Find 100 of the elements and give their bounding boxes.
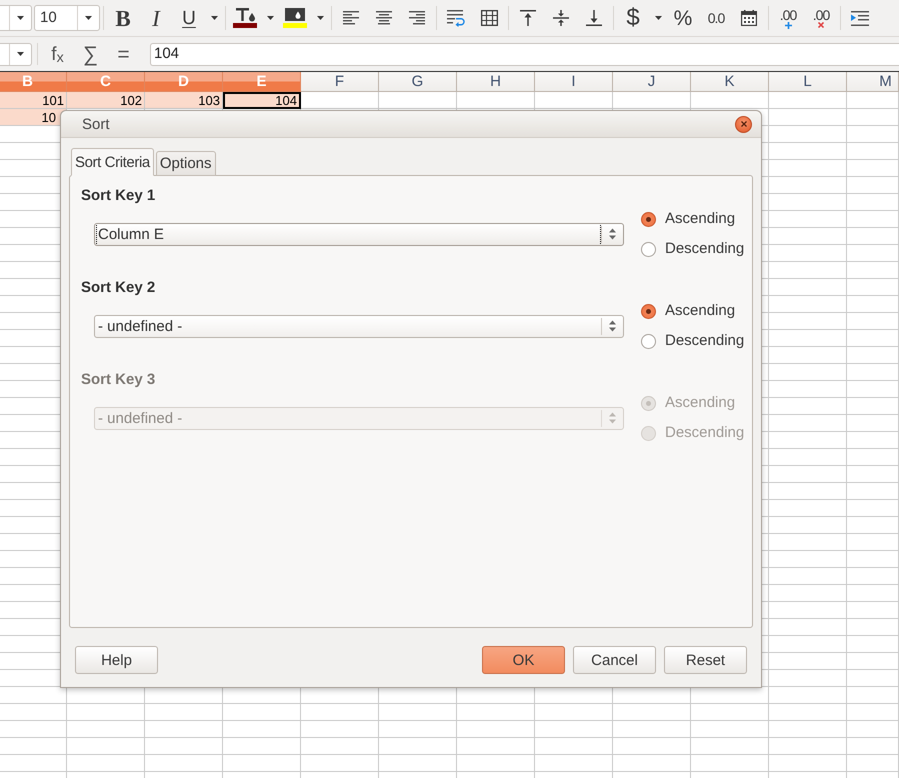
spinner-arrows-icon bbox=[609, 228, 616, 240]
percent-button[interactable]: % bbox=[667, 4, 699, 32]
table-cell bbox=[847, 160, 899, 177]
table-cell bbox=[847, 296, 899, 313]
radio-button[interactable] bbox=[641, 242, 656, 256]
sort-key-select[interactable]: Column E bbox=[94, 222, 624, 246]
column-header[interactable]: G bbox=[379, 72, 457, 92]
font-size-field[interactable]: 10 bbox=[34, 5, 100, 31]
formula-input-field[interactable]: 104 bbox=[150, 42, 899, 66]
align-right-icon bbox=[409, 11, 425, 25]
sort-order-radio[interactable]: Ascending bbox=[641, 204, 744, 234]
table-cell: 102 bbox=[67, 92, 145, 109]
column-header[interactable]: J bbox=[613, 72, 691, 92]
wrap-text-icon bbox=[447, 10, 465, 26]
indent-icon bbox=[851, 10, 869, 26]
currency-button[interactable]: $ bbox=[617, 4, 649, 32]
table-cell bbox=[847, 177, 899, 194]
table-cell bbox=[847, 704, 899, 721]
table-cell bbox=[847, 347, 899, 364]
table-cell bbox=[847, 466, 899, 483]
font-name-field[interactable] bbox=[0, 5, 32, 31]
highlight-color-icon bbox=[283, 8, 307, 28]
align-center-icon bbox=[376, 11, 392, 25]
caret-icon bbox=[266, 16, 274, 20]
table-cell: 104 bbox=[223, 92, 301, 109]
sort-key-select[interactable]: - undefined - bbox=[94, 314, 624, 338]
dialog-button[interactable]: OK bbox=[482, 646, 565, 674]
calendar-icon bbox=[741, 10, 757, 26]
spinner-arrows-icon bbox=[609, 412, 616, 424]
caret-icon bbox=[85, 16, 92, 20]
table-cell bbox=[847, 109, 899, 126]
table-cell: 10 bbox=[0, 109, 67, 126]
table-cell bbox=[0, 704, 67, 721]
table-cell bbox=[847, 483, 899, 500]
table-cell bbox=[847, 568, 899, 585]
dialog-button[interactable]: Help bbox=[75, 646, 158, 674]
align-bottom-icon bbox=[586, 10, 602, 26]
sum-button[interactable]: ∑ bbox=[74, 41, 107, 67]
radio-button[interactable] bbox=[641, 304, 656, 318]
table-cell bbox=[847, 738, 899, 755]
table-cell bbox=[847, 126, 899, 143]
bold-button[interactable]: B bbox=[107, 4, 139, 32]
number-format-button[interactable]: 0.0 bbox=[700, 4, 732, 32]
sort-order-radio[interactable]: Descending bbox=[641, 326, 744, 356]
caret-icon bbox=[654, 16, 662, 20]
name-box-field[interactable] bbox=[0, 42, 32, 66]
column-header[interactable]: L bbox=[769, 72, 847, 92]
table-cell bbox=[847, 517, 899, 534]
table-cell bbox=[847, 721, 899, 738]
sort-key-label: Sort Key 1 bbox=[81, 186, 156, 204]
column-header[interactable]: H bbox=[457, 72, 535, 92]
table-cell bbox=[847, 143, 899, 160]
column-header[interactable]: K bbox=[691, 72, 769, 92]
table-cell bbox=[0, 721, 67, 738]
sort-key-label: Sort Key 3 bbox=[81, 370, 156, 388]
sort-order-radio[interactable]: Descending bbox=[641, 234, 744, 264]
table-cell bbox=[847, 211, 899, 228]
caret-icon bbox=[17, 16, 24, 20]
caret-icon bbox=[316, 16, 324, 20]
table-cell bbox=[847, 585, 899, 602]
align-top-icon bbox=[520, 10, 536, 26]
dialog-title: Sort bbox=[82, 116, 110, 132]
cross-icon bbox=[818, 22, 824, 28]
align-middle-icon bbox=[553, 10, 569, 26]
table-cell bbox=[847, 279, 899, 296]
dialog-tab[interactable]: Options bbox=[156, 151, 216, 176]
radio-button[interactable] bbox=[641, 334, 656, 348]
dialog-button[interactable]: Cancel bbox=[573, 646, 656, 674]
table-cell bbox=[847, 381, 899, 398]
table-cell bbox=[847, 432, 899, 449]
column-header[interactable]: M bbox=[847, 72, 899, 92]
dialog-tab[interactable]: Sort Criteria bbox=[71, 148, 154, 176]
dialog-button[interactable]: Reset bbox=[664, 646, 747, 674]
table-cell bbox=[847, 500, 899, 517]
formula-button[interactable]: = bbox=[107, 41, 140, 67]
radio-button[interactable] bbox=[641, 212, 656, 226]
table-cell bbox=[847, 228, 899, 245]
table-cell bbox=[847, 619, 899, 636]
table-cell bbox=[847, 415, 899, 432]
close-button[interactable] bbox=[735, 116, 752, 132]
column-header[interactable]: F bbox=[301, 72, 379, 92]
text-color-icon bbox=[233, 8, 257, 28]
add-decimal-button[interactable]: .00 bbox=[772, 4, 804, 32]
sort-order-radio[interactable]: Ascending bbox=[641, 296, 744, 326]
table-cell bbox=[847, 330, 899, 347]
function-wizard-button[interactable]: f$_{x}$ bbox=[41, 41, 74, 67]
sort-key-label: Sort Key 2 bbox=[81, 278, 156, 296]
table-cell bbox=[847, 92, 899, 109]
underline-button[interactable]: U bbox=[173, 4, 205, 32]
table-cell bbox=[847, 755, 899, 772]
table-cell bbox=[0, 738, 67, 755]
delete-decimal-button[interactable]: .00 bbox=[805, 4, 837, 32]
column-header[interactable]: I bbox=[535, 72, 613, 92]
table-cell bbox=[0, 687, 67, 704]
table-cell bbox=[0, 755, 67, 772]
caret-icon bbox=[17, 52, 24, 56]
table-cell: 101 bbox=[0, 92, 67, 109]
caret-icon bbox=[210, 16, 218, 20]
italic-button[interactable]: I bbox=[140, 4, 172, 32]
table-cell bbox=[847, 653, 899, 670]
